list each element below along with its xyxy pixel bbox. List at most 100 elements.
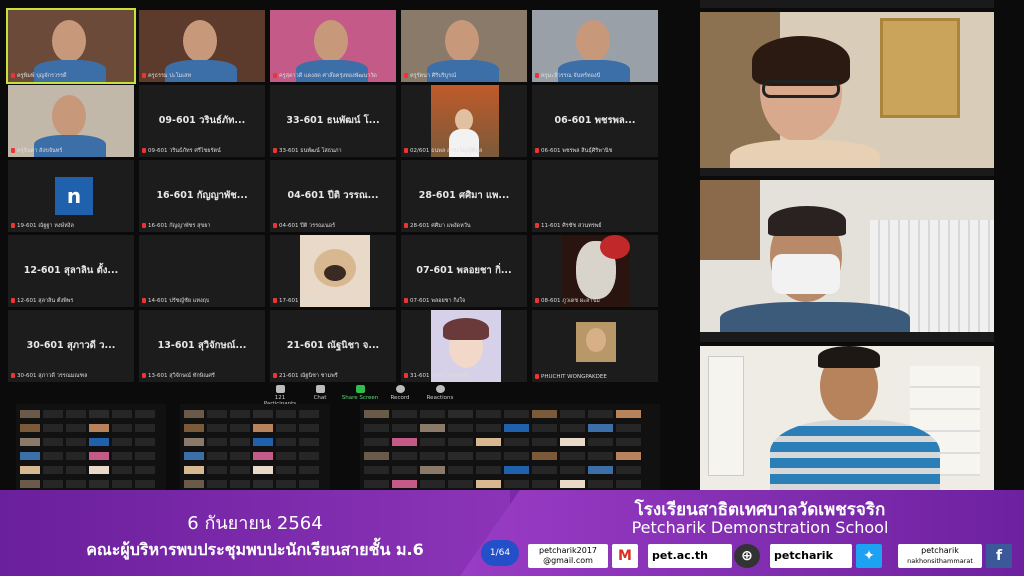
mini-thumbnail bbox=[504, 424, 529, 432]
participant-label: 11-601 ศิรชัช สวนทรพย์ bbox=[535, 222, 602, 230]
mini-thumbnail bbox=[43, 438, 63, 446]
mini-thumbnail bbox=[588, 424, 613, 432]
anime-hair bbox=[443, 318, 489, 340]
participant-tile[interactable]: 08-601 ภูวเดช ผะลาขิม bbox=[532, 235, 658, 307]
mini-thumbnail bbox=[276, 466, 296, 474]
chat-button[interactable]: Chat bbox=[300, 385, 340, 401]
mini-thumbnail bbox=[20, 452, 40, 460]
participant-label-text: ครูพิมพ์ บุญจักรวรรดิ์ bbox=[17, 73, 67, 79]
mini-thumbnail bbox=[448, 410, 473, 418]
muted-mic-icon bbox=[142, 223, 146, 228]
muted-mic-icon bbox=[404, 148, 408, 153]
participant-tile[interactable]: ครูรัตนา ศิริบริบูรณ์ bbox=[401, 10, 527, 82]
participant-tile[interactable]: 17-601 ภาวิน มาวงินโชค bbox=[270, 235, 396, 307]
mini-thumbnail bbox=[532, 410, 557, 418]
facebook-text-2: nakhonsithammarat bbox=[907, 557, 973, 565]
mini-thumbnail bbox=[588, 452, 613, 460]
participant-tile[interactable]: ครูสุดาวดี แดงสด ศาล๊อครุ่งทองพัฒนาวัด bbox=[270, 10, 396, 82]
wall-picture bbox=[700, 180, 760, 260]
participant-display-name: 13-601 สุวิจักษณ์... bbox=[157, 340, 247, 351]
mini-thumbnail bbox=[184, 438, 204, 446]
website-contact[interactable]: pet.ac.th bbox=[648, 544, 732, 568]
mini-thumbnail bbox=[476, 452, 501, 460]
participant-label-text: 28-601 ศศิมา แพงัดหวัน bbox=[410, 223, 471, 229]
participant-tile[interactable]: 12-601 สุลาลิน ตั้ง... 12-601 สุลาลิน ตั้… bbox=[8, 235, 134, 307]
participant-label-text: 04-601 ปีติ วรรณเนอร์ bbox=[279, 223, 336, 229]
mini-thumbnail bbox=[184, 466, 204, 474]
participant-tile[interactable]: ครูจินดา สังขจันทร์ bbox=[8, 85, 134, 157]
mini-thumbnail bbox=[276, 480, 296, 488]
muted-mic-icon bbox=[535, 298, 539, 303]
mini-thumbnail bbox=[112, 480, 132, 488]
twitter-icon: ✦ bbox=[856, 544, 882, 568]
participant-label-text: 16-601 กัญญาพัชร สุขยา bbox=[148, 223, 211, 229]
mini-thumbnail bbox=[43, 466, 63, 474]
record-button[interactable]: Record bbox=[380, 385, 420, 401]
pug-muzzle bbox=[324, 265, 346, 281]
participant-tile[interactable]: ครูมะลิวรรณ จันทร์ทองนี bbox=[532, 10, 658, 82]
participant-label: ครูมะลิวรรณ จันทร์ทองนี bbox=[535, 72, 600, 80]
participant-tile[interactable]: 13-601 สุวิจักษณ์... 13-601 สุวิจักษณ์ ทั… bbox=[139, 310, 265, 382]
event-date: 6 กันยายน 2564 bbox=[187, 513, 323, 534]
reactions-button[interactable]: Reactions bbox=[420, 385, 460, 401]
participant-tile[interactable]: ครูธรรม ปะโมเสท bbox=[139, 10, 265, 82]
mini-thumbnail bbox=[560, 424, 585, 432]
participant-label: 21-601 ณัฐนิชา ชามพรี bbox=[273, 372, 338, 380]
mini-thumbnail bbox=[135, 466, 155, 474]
mini-thumbnail bbox=[504, 466, 529, 474]
mini-thumbnail bbox=[253, 438, 273, 446]
participant-tile[interactable]: 21-601 ณัฐนิชา จ... 21-601 ณัฐนิชา ชามพรี bbox=[270, 310, 396, 382]
participant-label-text: PHUCHIT WONGPAKDEE bbox=[541, 374, 607, 380]
participant-tile[interactable]: ครูพิมพ์ บุญจักรวรรดิ์ bbox=[6, 8, 136, 84]
participant-tile[interactable]: 04-601 ปีติ วรรณ... 04-601 ปีติ วรรณเนอร์ bbox=[270, 160, 396, 232]
mini-thumbnail bbox=[112, 438, 132, 446]
mini-thumbnail bbox=[207, 424, 227, 432]
twitter-contact[interactable]: petcharik bbox=[770, 544, 852, 568]
participant-tile[interactable]: 11-601 ศิรชัช สวนทรพย์ bbox=[532, 160, 658, 232]
participant-label: 06-601 พชรพล สินธุ์ศิริพานิช bbox=[535, 147, 612, 155]
mini-thumbnail bbox=[253, 466, 273, 474]
reactions-icon bbox=[435, 385, 445, 393]
facebook-contact[interactable]: petcharik nakhonsithammarat bbox=[898, 544, 982, 568]
participant-label-text: 08-601 ภูวเดช ผะลาขิม bbox=[541, 298, 600, 304]
mini-thumbnail bbox=[532, 466, 557, 474]
mini-thumbnail bbox=[448, 466, 473, 474]
participant-tile[interactable]: 30-601 สุภาวดี ว... 30-601 สุภาวดี วรรณมณ… bbox=[8, 310, 134, 382]
mini-thumbnail bbox=[299, 466, 319, 474]
mini-thumbnail bbox=[112, 410, 132, 418]
muted-mic-icon bbox=[535, 148, 539, 153]
record-label: Record bbox=[390, 395, 410, 401]
participant-tile[interactable]: 06-601 พชรพล... 06-601 พชรพล สินธุ์ศิริพา… bbox=[532, 85, 658, 157]
participant-label-text: 30-601 สุภาวดี วรรณมณฑล bbox=[17, 373, 88, 379]
participant-tile[interactable]: 14-601 ปรัชญ์ชัย แทงฤบ bbox=[139, 235, 265, 307]
zoom-gallery-view: ครูพิมพ์ บุญจักรวรรดิ์ ครูธรรม ปะโมเสท ครู… bbox=[6, 8, 658, 382]
mini-thumbnail bbox=[66, 466, 86, 474]
mini-thumbnail bbox=[616, 438, 641, 446]
participant-tile[interactable]: 31-601 ศุภชา โคทรัศน์ bbox=[401, 310, 527, 382]
reactions-label: Reactions bbox=[426, 395, 454, 401]
share-screen-label: Share Screen bbox=[341, 395, 379, 401]
participant-tile[interactable]: 07-601 พลอยชา กิ่... 07-601 พลอยชา กิ่งใจ bbox=[401, 235, 527, 307]
participant-tile[interactable]: 33-601 ธนพัฒน์ โ... 33-601 ธนพัฒน์ โสธนภา bbox=[270, 85, 396, 157]
mini-thumbnail bbox=[364, 466, 389, 474]
mini-thumbnail bbox=[560, 438, 585, 446]
mini-thumbnail bbox=[20, 424, 40, 432]
mini-thumbnail bbox=[112, 424, 132, 432]
mini-thumbnail bbox=[476, 424, 501, 432]
mini-thumbnail bbox=[560, 452, 585, 460]
share-screen-button[interactable]: Share Screen bbox=[340, 385, 380, 401]
event-caption: คณะผู้บริหารพบประชุมพบปะนักเรียนสายชั้น … bbox=[86, 540, 424, 559]
mini-thumbnail bbox=[504, 480, 529, 488]
participant-label-text: 14-601 ปรัชญ์ชัย แทงฤบ bbox=[148, 298, 210, 304]
participant-tile[interactable]: 02/601 ธนพล สาระวิญญ์ติบุล bbox=[401, 85, 527, 157]
participant-tile[interactable]: n 19-601 ณัฐฐา หงษ์หงิล bbox=[8, 160, 134, 232]
email-contact[interactable]: petcharik2017 @gmail.com bbox=[528, 544, 608, 568]
participant-tile[interactable]: 09-601 วรินธ์ภัท... 09-601 วรินธ์ภัทร ศรี… bbox=[139, 85, 265, 157]
muted-mic-icon bbox=[535, 374, 539, 379]
participant-tile[interactable]: PHUCHIT WONGPAKDEE bbox=[532, 310, 658, 382]
participant-label: ครูสุดาวดี แดงสด ศาล๊อครุ่งทองพัฒนาวัด bbox=[273, 72, 377, 80]
participant-tile[interactable]: 16-601 กัญญาพัช... 16-601 กัญญาพัชร สุขยา bbox=[139, 160, 265, 232]
participant-tile[interactable]: 28-601 ศศิมา แพ... 28-601 ศศิมา แพงัดหวัน bbox=[401, 160, 527, 232]
email-text: petcharik2017 @gmail.com bbox=[538, 546, 597, 565]
mini-thumbnail bbox=[253, 480, 273, 488]
